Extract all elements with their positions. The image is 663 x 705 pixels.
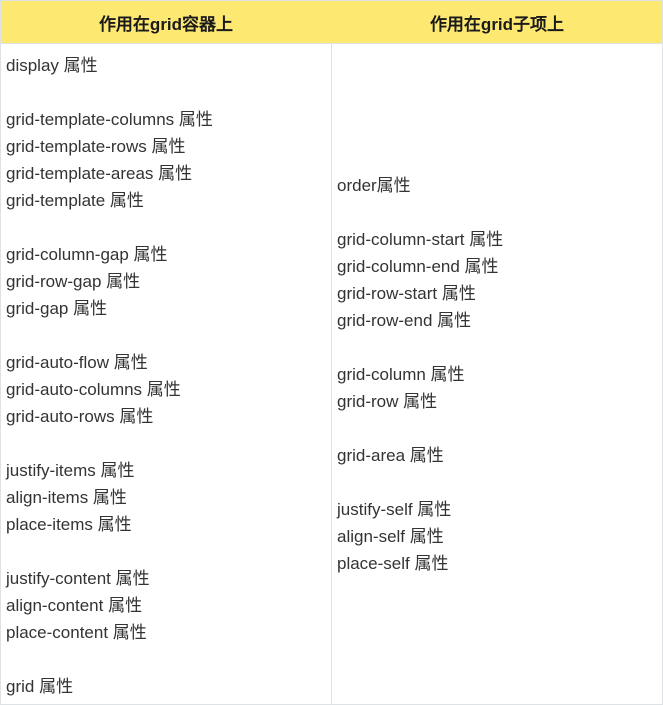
container-property-item: grid-auto-rows 属性 (6, 407, 154, 426)
item-property-item: align-self 属性 (337, 526, 444, 546)
item-property-item: order属性 (337, 175, 411, 195)
container-property-item: grid-template 属性 (6, 191, 144, 210)
container-property-item: grid-column-gap 属性 (6, 245, 168, 264)
container-property-item: grid-template-rows 属性 (6, 137, 186, 156)
grid-properties-table: 作用在grid容器上 作用在grid子项上 display 属性 grid-tem… (0, 0, 663, 705)
item-property-item: grid-row 属性 (337, 391, 438, 411)
item-properties-cell: order属性 grid-column-start 属性 grid-column-e… (331, 44, 662, 704)
table-header-row: 作用在grid容器上 作用在grid子项上 (1, 1, 662, 44)
item-property-item: place-self 属性 (337, 553, 449, 573)
container-property-item: grid-gap 属性 (6, 299, 108, 318)
container-property-item: grid-template-areas 属性 (6, 164, 193, 183)
item-property-item: grid-row-start 属性 (337, 283, 476, 303)
container-property-item: justify-items 属性 (6, 461, 135, 480)
header-container-properties: 作用在grid容器上 (98, 14, 234, 34)
container-property-item: grid-auto-flow 属性 (6, 353, 148, 372)
container-property-item: display 属性 (6, 56, 98, 75)
container-property-item: align-items 属性 (6, 488, 127, 507)
container-property-item: justify-content 属性 (6, 569, 150, 588)
container-property-item: place-items 属性 (6, 515, 132, 534)
item-property-item: grid-area 属性 (337, 445, 444, 465)
item-property-item: grid-column-end 属性 (337, 256, 499, 276)
item-property-item: justify-self 属性 (337, 499, 452, 519)
container-property-item: grid-row-gap 属性 (6, 272, 141, 291)
item-property-item: grid-row-end 属性 (337, 310, 472, 330)
container-property-item: grid-template-columns 属性 (6, 110, 213, 129)
item-property-item: grid-column 属性 (337, 364, 465, 384)
container-property-item: grid-auto-columns 属性 (6, 380, 181, 399)
item-property-item: grid-column-start 属性 (337, 229, 504, 249)
container-property-item: place-content 属性 (6, 623, 147, 642)
container-property-item: grid 属性 (6, 677, 74, 696)
table-body-row: display 属性 grid-template-columns 属性 grid-t… (1, 44, 662, 704)
container-property-item: align-content 属性 (6, 596, 143, 615)
header-item-properties: 作用在grid子项上 (331, 1, 662, 43)
container-properties-cell: display 属性 grid-template-columns 属性 grid-t… (1, 44, 331, 704)
